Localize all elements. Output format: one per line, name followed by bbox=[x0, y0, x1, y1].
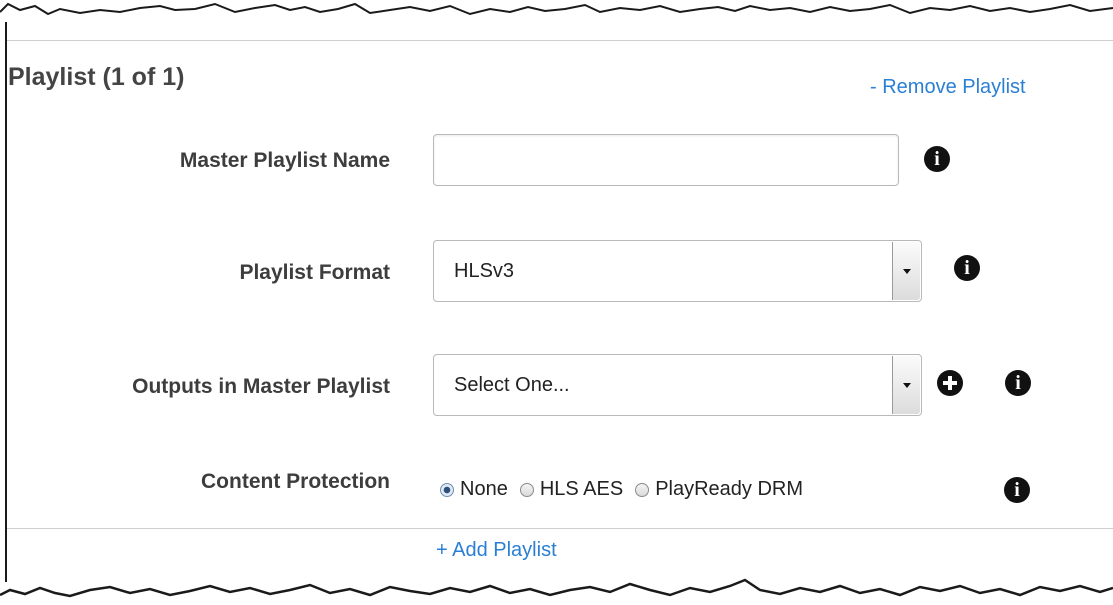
info-icon[interactable]: i bbox=[954, 255, 980, 281]
torn-edge-top bbox=[0, 2, 1113, 16]
add-icon[interactable] bbox=[937, 370, 963, 396]
content-protection-radio-group: None HLS AES PlayReady DRM bbox=[440, 478, 815, 501]
radio-hls-aes-label: HLS AES bbox=[539, 478, 624, 500]
radio-playready-drm-label: PlayReady DRM bbox=[655, 478, 804, 500]
master-playlist-name-label: Master Playlist Name bbox=[179, 149, 390, 172]
chevron-down-icon[interactable] bbox=[892, 242, 920, 300]
bottom-divider bbox=[7, 528, 1113, 529]
remove-playlist-link[interactable]: - Remove Playlist bbox=[870, 76, 1026, 99]
radio-hls-aes[interactable] bbox=[519, 482, 534, 497]
torn-edge-bottom bbox=[0, 578, 1113, 598]
outputs-in-master-playlist-select[interactable]: Select One... bbox=[433, 354, 922, 416]
playlist-form: Playlist (1 of 1) - Remove Playlist Mast… bbox=[0, 0, 1113, 605]
outputs-selected-value: Select One... bbox=[454, 374, 570, 396]
chevron-down-icon[interactable] bbox=[892, 356, 920, 414]
master-playlist-name-input[interactable] bbox=[433, 134, 899, 186]
playlist-format-select[interactable]: HLSv3 bbox=[433, 240, 922, 302]
panel-left-border bbox=[5, 22, 7, 582]
radio-none[interactable] bbox=[440, 482, 454, 497]
top-divider bbox=[7, 40, 1113, 41]
info-icon[interactable]: i bbox=[1004, 477, 1030, 503]
info-icon[interactable]: i bbox=[924, 146, 950, 172]
radio-playready-drm[interactable] bbox=[635, 482, 650, 497]
radio-none-label: None bbox=[460, 478, 508, 500]
add-playlist-link[interactable]: + Add Playlist bbox=[436, 539, 557, 562]
section-title: Playlist (1 of 1) bbox=[8, 63, 185, 91]
outputs-in-master-playlist-label: Outputs in Master Playlist bbox=[132, 375, 390, 398]
playlist-format-selected-value: HLSv3 bbox=[454, 260, 515, 282]
content-protection-label: Content Protection bbox=[201, 470, 390, 493]
info-icon[interactable]: i bbox=[1005, 370, 1031, 396]
playlist-format-label: Playlist Format bbox=[239, 261, 390, 284]
